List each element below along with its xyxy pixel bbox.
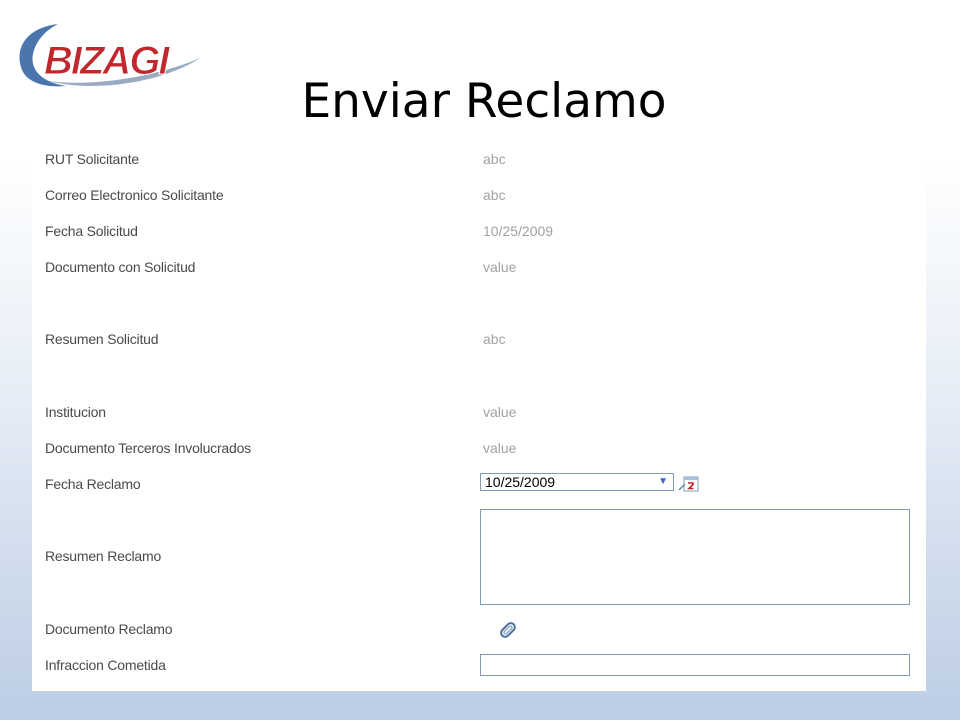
resumen-reclamo-textarea[interactable] bbox=[480, 509, 910, 605]
slide-title: Enviar Reclamo bbox=[301, 74, 667, 129]
label-documento-terceros: Documento Terceros Involucrados bbox=[45, 440, 251, 456]
calendar-icon[interactable] bbox=[678, 473, 700, 493]
value-correo-solicitante: abc bbox=[483, 187, 506, 203]
label-infraccion-cometida: Infraccion Cometida bbox=[45, 657, 166, 673]
form-panel: RUT Solicitante abc Correo Electronico S… bbox=[32, 144, 926, 691]
label-documento-reclamo: Documento Reclamo bbox=[45, 621, 173, 637]
value-documento-terceros[interactable]: value bbox=[483, 440, 516, 456]
label-resumen-solicitud: Resumen Solicitud bbox=[45, 331, 159, 347]
label-resumen-reclamo: Resumen Reclamo bbox=[45, 548, 162, 564]
label-correo-solicitante: Correo Electronico Solicitante bbox=[45, 187, 224, 203]
infraccion-cometida-input[interactable] bbox=[480, 654, 910, 676]
chevron-down-icon[interactable]: ▼ bbox=[658, 476, 668, 488]
fecha-reclamo-value: 10/25/2009 bbox=[485, 474, 556, 490]
value-resumen-solicitud: abc bbox=[483, 331, 506, 347]
fecha-reclamo-select[interactable]: 10/25/2009 ▼ bbox=[480, 473, 674, 491]
label-institucion: Institucion bbox=[45, 404, 106, 420]
value-institucion: value bbox=[483, 404, 517, 420]
label-fecha-solicitud: Fecha Solicitud bbox=[45, 223, 138, 239]
value-fecha-solicitud: 10/25/2009 bbox=[483, 223, 554, 239]
value-documento-solicitud[interactable]: value bbox=[483, 259, 516, 275]
label-rut-solicitante: RUT Solicitante bbox=[45, 151, 140, 167]
value-rut-solicitante: abc bbox=[483, 151, 506, 167]
label-documento-solicitud: Documento con Solicitud bbox=[45, 259, 196, 275]
label-fecha-reclamo: Fecha Reclamo bbox=[45, 476, 141, 492]
paperclip-icon[interactable] bbox=[497, 619, 519, 641]
